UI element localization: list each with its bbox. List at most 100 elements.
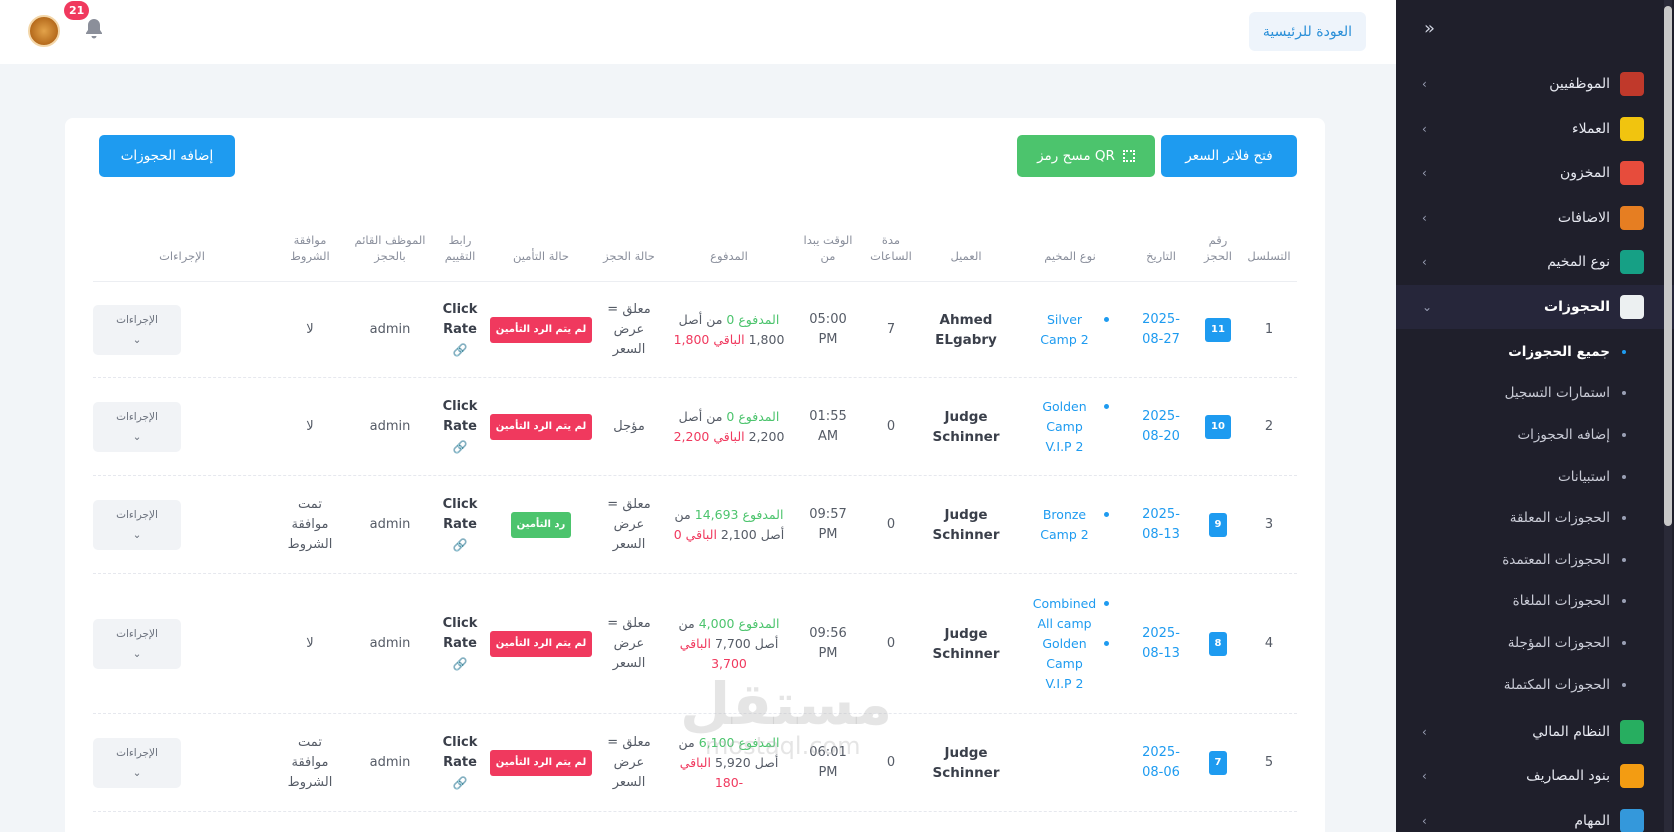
- booking-date[interactable]: 2025-08-13: [1141, 624, 1181, 664]
- status-cell: مؤجل: [597, 378, 661, 475]
- terms-approval: لا: [306, 321, 314, 337]
- rating-link[interactable]: Click Rate 🔗: [442, 733, 478, 793]
- sidebar-item[interactable]: بنود المصاريف ›: [1396, 754, 1674, 799]
- bell-icon[interactable]: [84, 18, 106, 42]
- sidebar-item[interactable]: المهام ›: [1396, 798, 1674, 832]
- serial-number: 4: [1264, 635, 1274, 651]
- sidebar-item[interactable]: النظام المالي ›: [1396, 709, 1674, 754]
- camp-item[interactable]: Golden Camp V.I.P 2: [1032, 397, 1109, 457]
- camp-name[interactable]: Golden Camp V.I.P 2: [1032, 397, 1098, 457]
- camp-item[interactable]: Bronze Camp 2: [1032, 505, 1109, 545]
- terms-cell: لا: [275, 574, 345, 713]
- actions-label: الإجراءات: [116, 627, 158, 640]
- sidebar-item[interactable]: الحجوزات ⌄: [1396, 284, 1674, 329]
- submenu-item[interactable]: الحجوزات المعلقة: [1396, 497, 1674, 539]
- rating-link-label[interactable]: Click Rate: [442, 300, 478, 340]
- submenu-item-label: الحجوزات المؤجلة: [1507, 634, 1610, 651]
- back-home-button[interactable]: العودة للرئيسية: [1248, 12, 1366, 51]
- rating-link-cell[interactable]: Click Rate 🔗: [435, 574, 485, 713]
- bullet-icon: [1622, 474, 1626, 479]
- duration-hours: 0: [886, 418, 896, 434]
- table-header: التسلسل رقم الحجز التاريخ نوع المخيم الع…: [93, 222, 1297, 282]
- submenu-item-label: الحجوزات الملغاة: [1512, 593, 1610, 610]
- header-serial: التسلسل: [1247, 249, 1291, 263]
- actions-dropdown[interactable]: الإجراءات ⌄: [93, 304, 181, 355]
- camp-name[interactable]: Combined All camp: [1032, 594, 1098, 634]
- rating-link[interactable]: Click Rate 🔗: [442, 300, 478, 360]
- avatar[interactable]: [28, 15, 60, 47]
- sidebar-item[interactable]: الاضافات ›: [1396, 196, 1674, 241]
- status-cell: معلق = عرض السعر: [597, 574, 661, 713]
- rating-link-cell[interactable]: Click Rate 🔗: [435, 476, 485, 573]
- double-chevron-right-icon[interactable]: »: [1424, 18, 1435, 39]
- sidebar-item-label: الحجوزات: [1544, 298, 1610, 315]
- sidebar-item[interactable]: نوع المخيم ›: [1396, 240, 1674, 285]
- actions-dropdown[interactable]: الإجراءات ⌄: [93, 737, 181, 788]
- qr-scan-button[interactable]: مسح رمز QR: [1017, 135, 1155, 177]
- actions-dropdown[interactable]: الإجراءات ⌄: [93, 401, 181, 452]
- booking-number-badge[interactable]: 10: [1205, 414, 1231, 439]
- sidebar-item[interactable]: الموظفيين ›: [1396, 62, 1674, 107]
- add-booking-button[interactable]: إضافه الحجوزات: [99, 135, 235, 177]
- camp-name[interactable]: Golden Camp V.I.P 2: [1032, 634, 1098, 694]
- booking-date[interactable]: 2025-08-13: [1141, 505, 1181, 545]
- actions-cell: الإجراءات ⌄: [93, 574, 271, 713]
- employee-name: admin: [369, 635, 411, 651]
- sidebar-item[interactable]: المخزون ›: [1396, 151, 1674, 196]
- submenu-item[interactable]: الحجوزات المؤجلة: [1396, 622, 1674, 664]
- bullet-icon: [1103, 600, 1109, 606]
- submenu-item[interactable]: الحجوزات المكتملة: [1396, 664, 1674, 706]
- booking-no-cell: 8: [1199, 574, 1237, 713]
- link-icon: 🔗: [452, 439, 468, 454]
- qr-icon: [1122, 150, 1135, 162]
- camp-item[interactable]: Silver Camp 2: [1032, 310, 1109, 350]
- top-bar: العودة للرئيسية 21: [0, 0, 1396, 64]
- rating-link[interactable]: Click Rate 🔗: [442, 495, 478, 555]
- sidebar-item-label: نوع المخيم: [1547, 254, 1610, 271]
- rating-link-label[interactable]: Click Rate: [442, 397, 478, 437]
- submenu-item[interactable]: الحجوزات المعتمدة: [1396, 539, 1674, 581]
- rating-link-label[interactable]: Click Rate: [442, 733, 478, 773]
- client-cell: Judge Schinner: [921, 476, 1011, 573]
- booking-date[interactable]: 2025-08-06: [1141, 743, 1181, 783]
- remaining-amount: 3,700: [711, 655, 747, 671]
- submenu-item[interactable]: الحجوزات الملغاة: [1396, 581, 1674, 623]
- chevron-down-icon: ⌄: [132, 528, 142, 541]
- remaining-amount: 1,800: [673, 331, 710, 347]
- booking-date[interactable]: 2025-08-20: [1141, 407, 1181, 447]
- rating-link[interactable]: Click Rate 🔗: [442, 614, 478, 674]
- rating-link-cell[interactable]: Click Rate 🔗: [435, 378, 485, 475]
- price-filter-button[interactable]: فتح فلاتر السعر: [1161, 135, 1297, 177]
- rating-link-label[interactable]: Click Rate: [442, 495, 478, 535]
- serial-number: 1: [1264, 321, 1274, 337]
- chevron-left-icon: ›: [1422, 77, 1427, 92]
- rating-link-cell[interactable]: Click Rate 🔗: [435, 714, 485, 811]
- chevron-down-icon: ⌄: [132, 333, 142, 346]
- booking-number-badge[interactable]: 9: [1208, 512, 1228, 537]
- actions-dropdown[interactable]: الإجراءات ⌄: [93, 499, 181, 550]
- submenu-item[interactable]: جميع الحجوزات: [1396, 331, 1674, 373]
- booking-date[interactable]: 2025-08-27: [1141, 310, 1181, 350]
- actions-dropdown[interactable]: الإجراءات ⌄: [93, 618, 181, 669]
- camp-name[interactable]: Silver Camp 2: [1032, 310, 1098, 350]
- rating-link[interactable]: Click Rate 🔗: [442, 397, 478, 457]
- booking-number-badge[interactable]: 7: [1208, 750, 1228, 775]
- submenu-item[interactable]: إضافه الحجوزات: [1396, 414, 1674, 456]
- actions-label: الإجراءات: [116, 508, 158, 521]
- duration-hours: 0: [886, 516, 896, 532]
- submenu-item-label: إضافه الحجوزات: [1517, 426, 1610, 443]
- rating-link-label[interactable]: Click Rate: [442, 614, 478, 654]
- sidebar-item[interactable]: العملاء ›: [1396, 107, 1674, 152]
- employee-cell: admin: [349, 476, 431, 573]
- camp-item[interactable]: Golden Camp V.I.P 2: [1032, 634, 1109, 694]
- camp-name[interactable]: Bronze Camp 2: [1032, 505, 1098, 545]
- sidebar-item-label: المخزون: [1559, 165, 1610, 182]
- submenu-item[interactable]: استبيانات: [1396, 456, 1674, 498]
- scrollbar-thumb[interactable]: [1664, 6, 1672, 526]
- camp-item[interactable]: Combined All camp: [1032, 594, 1109, 634]
- rating-link-cell[interactable]: Click Rate 🔗: [435, 282, 485, 377]
- booking-number-badge[interactable]: 11: [1205, 317, 1231, 342]
- submenu-item[interactable]: استمارات التسجيل: [1396, 373, 1674, 415]
- booking-number-badge[interactable]: 8: [1208, 631, 1228, 656]
- camp-list: Bronze Camp 2: [1032, 505, 1109, 545]
